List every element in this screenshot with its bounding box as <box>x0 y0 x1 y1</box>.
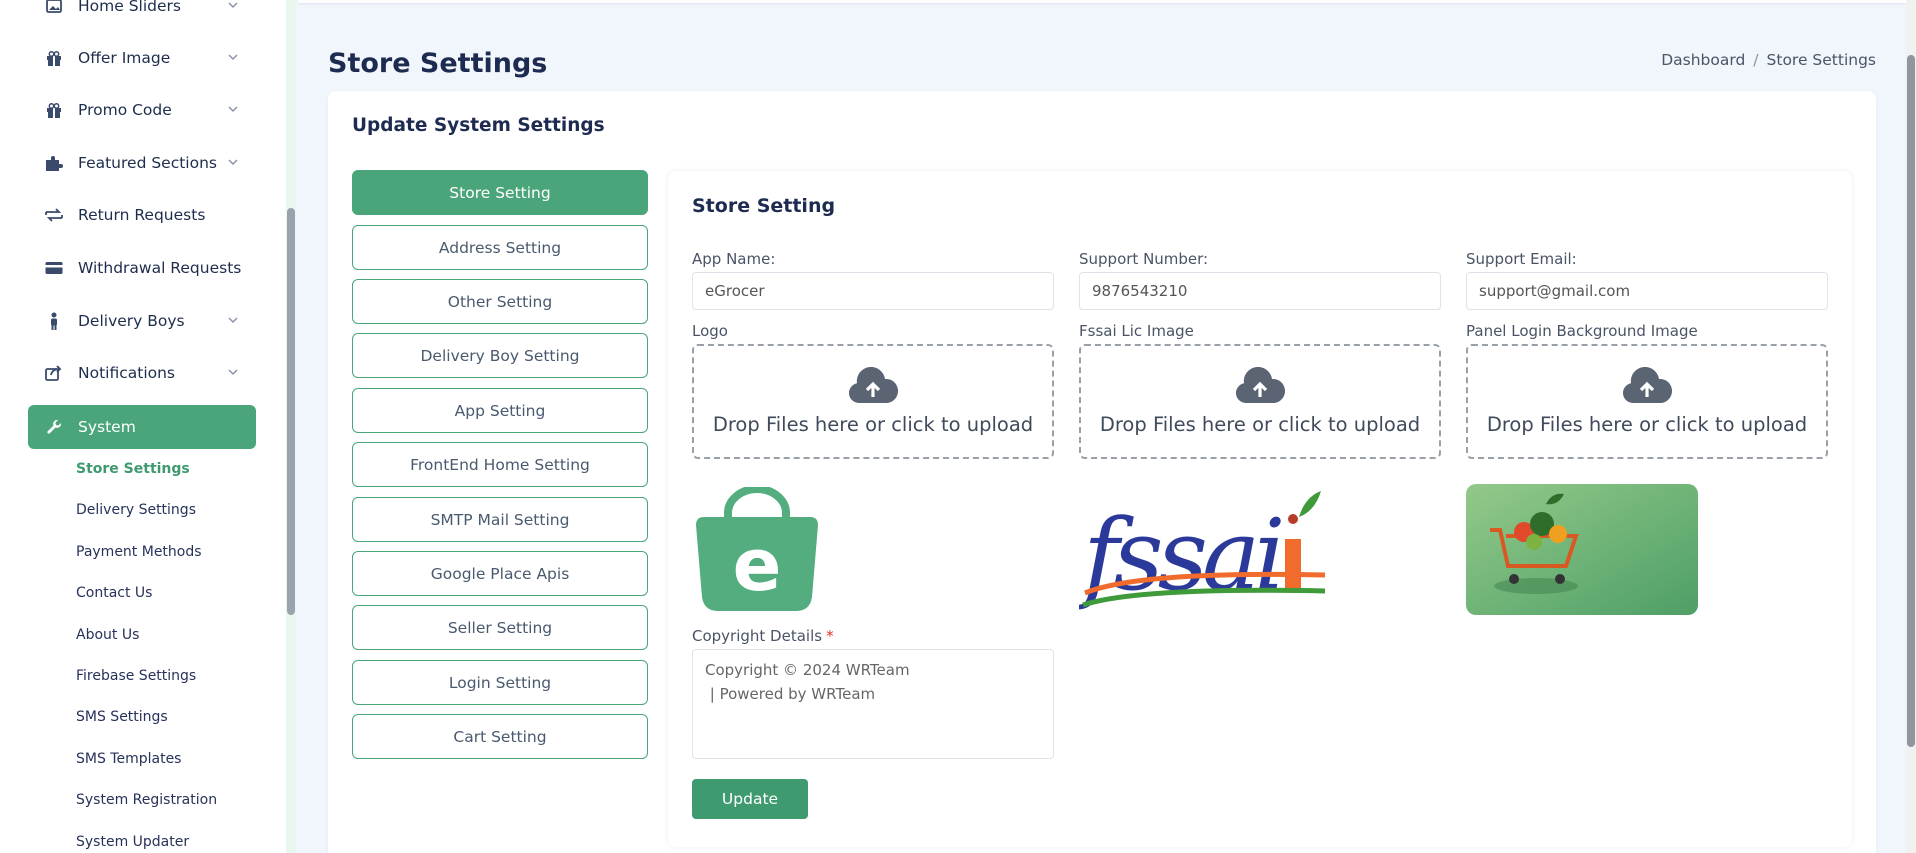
tab-app-setting[interactable]: App Setting <box>352 388 648 433</box>
sidebar-item-delivery-boys[interactable]: Delivery Boys <box>28 299 256 343</box>
chevron-down-icon <box>228 2 238 9</box>
sidebar-item-label: Offer Image <box>78 49 171 67</box>
store-setting-form: Store Setting App Name: eGrocer Support … <box>668 171 1852 847</box>
tab-other-setting[interactable]: Other Setting <box>352 279 648 324</box>
tab-google-place-apis[interactable]: Google Place Apis <box>352 551 648 596</box>
breadcrumb-dashboard-link[interactable]: Dashboard <box>1661 51 1745 69</box>
tab-cart-setting[interactable]: Cart Setting <box>352 714 648 759</box>
sidebar-subitem-firebase-settings[interactable]: Firebase Settings <box>76 668 196 684</box>
chevron-down-icon <box>228 369 238 376</box>
support-email-label: Support Email: <box>1466 250 1577 268</box>
app-name-input[interactable]: eGrocer <box>692 272 1054 310</box>
sidebar-subitem-sms-templates[interactable]: SMS Templates <box>76 751 181 767</box>
cloud-upload-icon <box>1623 367 1672 403</box>
logo-dropzone[interactable]: Drop Files here or click to upload <box>692 344 1054 459</box>
sidebar-subitem-contact-us[interactable]: Contact Us <box>76 585 152 601</box>
copyright-label: Copyright Details * <box>692 627 834 645</box>
sidebar-item-label: Return Requests <box>78 206 206 224</box>
sidebar-item-system[interactable]: System <box>28 405 256 449</box>
sidebar-item-label: Delivery Boys <box>78 312 185 330</box>
required-asterisk: * <box>826 627 834 645</box>
breadcrumb: Dashboard / Store Settings <box>1661 51 1876 69</box>
sidebar-subitem-about-us[interactable]: About Us <box>76 627 139 643</box>
sidebar-item-home-sliders[interactable]: Home Sliders <box>28 0 256 28</box>
gift-icon <box>44 101 64 119</box>
cloud-upload-icon <box>849 367 898 403</box>
sidebar-item-notifications[interactable]: Notifications <box>28 351 256 395</box>
tab-smtp-mail-setting[interactable]: SMTP Mail Setting <box>352 497 648 542</box>
tab-store-setting[interactable]: Store Setting <box>352 170 648 215</box>
top-navbar <box>298 0 1906 3</box>
form-title: Store Setting <box>692 195 836 217</box>
sidebar-subitem-sms-settings[interactable]: SMS Settings <box>76 709 168 725</box>
puzzle-icon <box>44 154 64 172</box>
sidebar-subitem-delivery-settings[interactable]: Delivery Settings <box>76 502 196 518</box>
sidebar: Home Sliders Offer Image Promo Code Feat… <box>0 0 288 853</box>
fssai-logo-text: fssai <box>1079 499 1281 613</box>
card-icon <box>44 259 64 277</box>
sidebar-scrollbar-thumb[interactable] <box>287 208 295 615</box>
logo-letter: e <box>733 523 782 607</box>
support-number-input[interactable]: 9876543210 <box>1079 272 1441 310</box>
sidebar-item-label: Notifications <box>78 364 176 382</box>
return-icon <box>44 206 64 224</box>
cloud-upload-icon <box>1236 367 1285 403</box>
app-name-label: App Name: <box>692 250 776 268</box>
panel-bg-dropzone[interactable]: Drop Files here or click to upload <box>1466 344 1828 459</box>
sidebar-item-return-requests[interactable]: Return Requests <box>28 193 256 237</box>
sidebar-item-offer-image[interactable]: Offer Image <box>28 36 256 80</box>
gift-icon <box>44 49 64 67</box>
panel-bg-preview-image <box>1466 484 1698 615</box>
support-number-label: Support Number: <box>1079 250 1209 268</box>
breadcrumb-separator: / <box>1753 51 1759 69</box>
panel-bg-label: Panel Login Background Image <box>1466 322 1698 340</box>
sidebar-item-label: Withdrawal Requests <box>78 259 242 277</box>
chevron-down-icon <box>228 159 238 166</box>
fssai-preview-image: fssai <box>1079 491 1326 613</box>
update-button[interactable]: Update <box>692 779 808 819</box>
copyright-textarea[interactable]: Copyright © 2024 WRTeam | Powered by WRT… <box>692 649 1054 759</box>
logo-preview-image: e <box>696 487 818 611</box>
wrench-icon <box>44 418 64 436</box>
card-title: Update System Settings <box>352 115 605 136</box>
logo-label: Logo <box>692 322 728 340</box>
share-icon <box>44 364 64 382</box>
sidebar-item-label: System <box>78 418 136 436</box>
fssai-label: Fssai Lic Image <box>1079 322 1194 340</box>
sidebar-item-label: Promo Code <box>78 101 172 119</box>
sidebar-subitem-system-updater[interactable]: System Updater <box>76 834 189 850</box>
sidebar-item-featured-sections[interactable]: Featured Sections <box>28 141 256 185</box>
sidebar-item-promo-code[interactable]: Promo Code <box>28 88 256 132</box>
tab-frontend-home-setting[interactable]: FrontEnd Home Setting <box>352 442 648 487</box>
sidebar-item-label: Featured Sections <box>78 154 218 172</box>
tab-seller-setting[interactable]: Seller Setting <box>352 605 648 650</box>
tab-login-setting[interactable]: Login Setting <box>352 660 648 705</box>
page-title: Store Settings <box>328 48 548 79</box>
tab-delivery-boy-setting[interactable]: Delivery Boy Setting <box>352 333 648 378</box>
dropzone-text: Drop Files here or click to upload <box>712 413 1034 436</box>
copyright-label-text: Copyright Details <box>692 627 823 645</box>
dropzone-text: Drop Files here or click to upload <box>1099 413 1421 436</box>
fssai-dropzone[interactable]: Drop Files here or click to upload <box>1079 344 1441 459</box>
sidebar-scrollbar[interactable] <box>286 0 296 853</box>
support-email-input[interactable]: support@gmail.com <box>1466 272 1828 310</box>
page-scrollbar-thumb[interactable] <box>1907 55 1915 747</box>
image-icon <box>44 0 64 15</box>
sidebar-subitem-store-settings[interactable]: Store Settings <box>76 461 190 477</box>
settings-card: Update System Settings Store Setting Add… <box>328 91 1876 853</box>
chevron-down-icon <box>228 317 238 324</box>
dropzone-text: Drop Files here or click to upload <box>1486 413 1808 436</box>
sidebar-subitem-system-registration[interactable]: System Registration <box>76 792 217 808</box>
chevron-down-icon <box>228 106 238 113</box>
sidebar-subitem-payment-methods[interactable]: Payment Methods <box>76 544 202 560</box>
tab-address-setting[interactable]: Address Setting <box>352 225 648 270</box>
sidebar-item-label: Home Sliders <box>78 0 181 15</box>
page-scrollbar[interactable] <box>1906 0 1916 853</box>
sidebar-item-withdrawal-requests[interactable]: Withdrawal Requests <box>28 246 256 290</box>
person-icon <box>44 312 64 330</box>
breadcrumb-current: Store Settings <box>1766 51 1876 69</box>
chevron-down-icon <box>228 54 238 61</box>
